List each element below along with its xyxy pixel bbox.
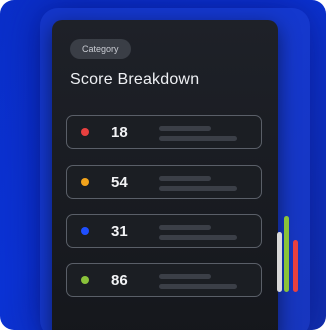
background-frame: Category Score Breakdown 18 54 31 86 [0,0,326,330]
score-value: 31 [111,223,128,240]
placeholder-line [159,225,211,230]
placeholder-line [159,235,237,240]
placeholder-line [159,176,211,181]
score-row[interactable]: 18 [66,115,262,149]
green-dot-icon [81,276,89,284]
placeholder-line [159,284,237,289]
score-breakdown-card: Category Score Breakdown 18 54 31 86 [52,20,278,330]
red-dot-icon [81,128,89,136]
card-title: Score Breakdown [70,71,200,88]
category-chip[interactable]: Category [70,39,131,59]
decorative-green-bar [284,216,289,292]
decorative-white-bar [277,232,282,292]
placeholder-line [159,136,237,141]
score-row[interactable]: 31 [66,214,262,248]
placeholder-line [159,274,211,279]
score-value: 86 [111,272,128,289]
score-value: 18 [111,124,128,141]
placeholder-line [159,186,237,191]
score-value: 54 [111,174,128,191]
score-row[interactable]: 86 [66,263,262,297]
decorative-red-bar [293,240,298,292]
placeholder-line [159,126,211,131]
orange-dot-icon [81,178,89,186]
blue-dot-icon [81,227,89,235]
score-row[interactable]: 54 [66,165,262,199]
